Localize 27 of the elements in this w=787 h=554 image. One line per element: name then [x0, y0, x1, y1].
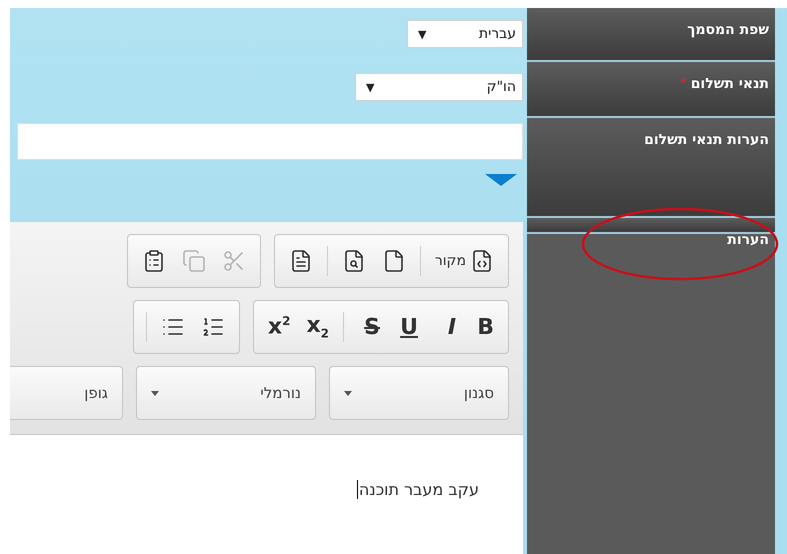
code-file-icon — [470, 249, 494, 273]
field-label: שפת המסמך — [687, 22, 769, 38]
field-label: הערות תנאי תשלום — [644, 132, 769, 148]
field-label: תנאי תשלום — [690, 76, 769, 92]
scissors-icon — [222, 249, 246, 273]
italic-button[interactable]: I — [428, 307, 462, 347]
underline-button[interactable]: U — [390, 307, 424, 347]
required-mark: * — [680, 76, 687, 91]
subscript-button[interactable]: x$_{2}$ — [300, 307, 335, 347]
field-label: הערות — [727, 232, 769, 248]
expand-triangle-icon[interactable] — [485, 174, 517, 186]
editor-text: עקב מעבר תוכנה — [356, 480, 479, 499]
strikethrough-button[interactable]: S — [352, 307, 386, 347]
format-combo[interactable]: נורמלי — [136, 366, 316, 420]
caret-icon — [344, 390, 352, 396]
source-button[interactable]: מקור — [428, 241, 500, 281]
copy-icon — [182, 249, 206, 273]
editor-body[interactable]: עקב מעבר תוכנה — [10, 435, 523, 554]
language-select[interactable]: עברית ▼ — [407, 20, 523, 48]
payment-terms-select[interactable]: הו"ק ▼ — [355, 73, 523, 101]
superscript-button[interactable]: x$^{2}$ — [262, 307, 296, 347]
format-combo[interactable]: גופן — [10, 366, 123, 420]
caret-icon — [151, 390, 159, 396]
format-combo[interactable]: סגנון — [329, 366, 509, 420]
bold-button[interactable]: B — [466, 307, 500, 347]
payment-notes-field[interactable] — [17, 123, 523, 160]
numbered-list-icon — [200, 315, 225, 339]
